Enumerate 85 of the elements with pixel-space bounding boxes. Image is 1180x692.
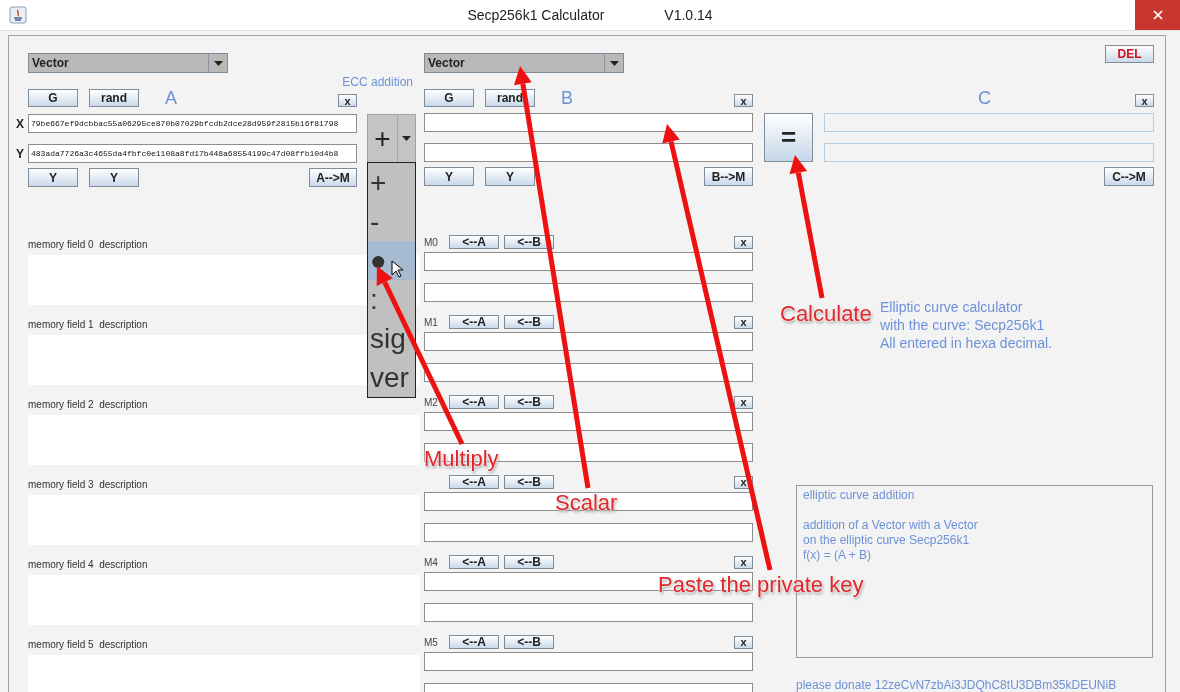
annotation-label: Multiply [424,446,499,472]
description-line: addition of a Vector with a Vector [803,518,979,533]
y-coordinate-field[interactable] [424,143,753,162]
to-memory-button[interactable]: A-->M [309,168,357,187]
memory-slot-label: M5 [424,636,439,648]
memory-description-label: memory field 4 description [28,559,149,571]
memory-x-field[interactable] [424,572,753,591]
delete-button[interactable]: DEL [1105,45,1154,63]
type-select[interactable]: Vector [424,53,624,73]
copy-to-memory-button[interactable]: <--A [449,555,499,569]
copy-to-memory-button[interactable]: <--A [449,315,499,329]
to-memory-button[interactable]: C-->M [1104,167,1154,186]
copy-to-memory-button[interactable]: <--A [449,395,499,409]
clear-button[interactable]: x [1135,94,1154,107]
x-coordinate-field[interactable]: 79be667ef9dcbbac55a06295ce870b07029bfcdb2dce28d959f2815b16f81798 [28,114,357,133]
y-label: Y [16,146,25,161]
memory-y-field[interactable] [424,283,753,302]
memory-y-field[interactable] [424,523,753,542]
caret-icon [213,60,223,66]
copy-to-memory-button[interactable]: <--B [504,315,554,329]
copy-to-memory-button[interactable]: <--B [504,235,554,249]
donate-text: please donate 12zeCvN7zbAi3JDQhC8tU3DBm35kDEUNiB [796,678,1118,692]
info-text: Elliptic curve calculator with the curve: Secp256k1 All entered in hexa decimal. [880,298,1053,352]
java-app-icon [9,6,27,24]
panel-letter: A [165,89,177,107]
memory-slot-label: M4 [424,556,439,568]
version-label: V1.0.14 [664,7,713,23]
annotation-label: Paste the private key [658,572,864,598]
panel-letter: B [561,89,573,107]
window-title: Secp256k1 Calculator [467,7,605,23]
clear-button[interactable]: x [734,635,753,649]
memory-x-field[interactable] [424,252,753,271]
memory-x-field[interactable] [424,652,753,671]
description-line: f(x) = (A + B) [803,548,872,563]
annotation-label: Scalar [555,490,618,516]
mouse-pointer-icon [391,260,403,278]
clear-button[interactable]: x [734,235,753,249]
copy-to-memory-button[interactable]: <--B [504,475,554,489]
close-button[interactable] [1135,0,1180,30]
memory-description-label: memory field 0 description [28,239,149,251]
caret-icon [609,60,619,66]
memory-slot-label: M2 [424,396,439,408]
memory-description-label: memory field 3 description [28,479,149,491]
copy-to-memory-button[interactable]: <--B [504,555,554,569]
panel-button[interactable]: rand [485,89,535,107]
memory-description-label: memory field 2 description [28,399,149,411]
description-title: elliptic curve addition [803,488,916,503]
x-label: X [16,116,25,131]
clear-button[interactable]: x [734,555,753,569]
memory-description-label: memory field 5 description [28,639,149,651]
clear-button[interactable]: x [338,94,357,107]
operator-select[interactable]: + [367,114,416,163]
memory-y-field[interactable] [424,603,753,622]
panel-button[interactable]: rand [89,89,139,107]
memory-slot-label: M1 [424,316,439,328]
memory-x-field[interactable] [424,412,753,431]
panel-button[interactable]: Y [28,168,78,187]
panel-button[interactable]: G [424,89,474,107]
panel-letter: C [978,89,991,107]
memory-x-field[interactable] [424,492,753,511]
panel-button[interactable]: Y [89,168,139,187]
memory-y-field[interactable] [424,363,753,382]
description-line: on the elliptic curve Secp256k1 [803,533,971,548]
operation-caption: ECC addition [342,75,413,89]
caret-icon [402,136,411,141]
copy-to-memory-button[interactable]: <--A [449,235,499,249]
calculate-button[interactable]: = [764,113,813,162]
to-memory-button[interactable]: B-->M [704,167,753,186]
y-coordinate-field[interactable]: 483ada7726a3c4655da4fbfc0e1108a8fd17b448a68554199c47d08ffb10d4b8 [28,144,357,163]
copy-to-memory-button[interactable]: <--A [449,475,499,489]
x-coordinate-field[interactable] [424,113,753,132]
clear-button[interactable]: x [734,94,753,107]
clear-button[interactable]: x [734,315,753,329]
memory-slot-label: M0 [424,236,439,248]
panel-button[interactable]: G [28,89,78,107]
panel-button[interactable]: Y [485,167,535,186]
memory-description-label: memory field 1 description [28,319,149,331]
panel-button[interactable]: Y [424,167,474,186]
annotation-label: Calculate [780,301,872,327]
type-select[interactable]: Vector [28,53,228,73]
copy-to-memory-button[interactable]: <--B [504,395,554,409]
copy-to-memory-button[interactable]: <--A [449,635,499,649]
clear-button[interactable]: x [734,395,753,409]
memory-x-field[interactable] [424,332,753,351]
copy-to-memory-button[interactable]: <--B [504,635,554,649]
